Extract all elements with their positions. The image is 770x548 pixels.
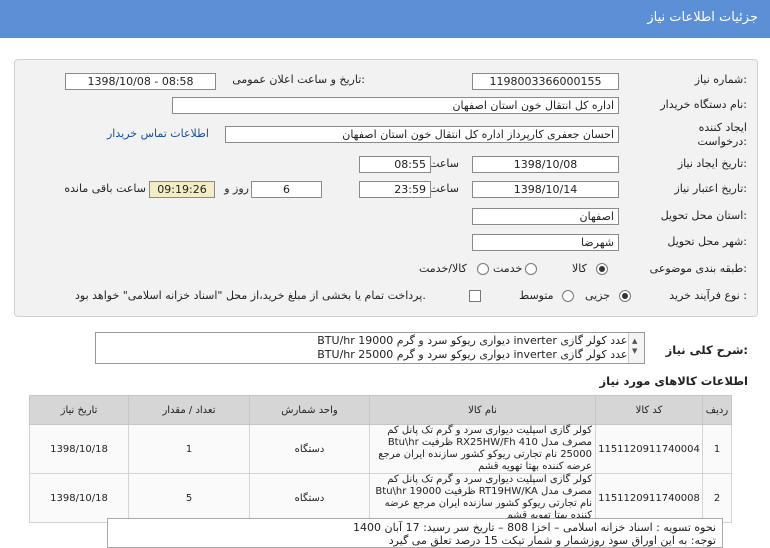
process-minor-radio[interactable] — [619, 290, 631, 302]
valid-date-field: 1398/10/14 — [472, 181, 619, 198]
province-field: اصفهان — [472, 208, 619, 225]
remaining-label: ساعت باقی مانده — [64, 182, 146, 195]
valid-date-label: تاریخ اعتبار نیاز: — [674, 182, 747, 195]
province-label: استان محل تحویل: — [660, 209, 747, 222]
remaining-time-field: 09:19:26 — [149, 181, 215, 198]
create-date-label: تاریخ ایجاد نیاز: — [677, 157, 747, 170]
announce-field: 1398/10/08 - 08:58 — [65, 73, 216, 90]
description-line-1: 5 عدد کولر گازی inverter دیواری ریوکو سر… — [317, 334, 638, 347]
payment-note: پرداخت تمام یا بخشی از مبلغ خرید،از محل … — [75, 289, 426, 302]
process-minor-label: جزیی — [585, 289, 611, 302]
creator-field: احسان جعفری کارپرداز اداره کل انتقال خون… — [225, 126, 619, 143]
treasury-payment-checkbox[interactable] — [469, 290, 481, 302]
buyer-field: اداره کل انتقال خون استان اصفهان — [172, 97, 619, 114]
item-qty: 1 — [128, 424, 250, 474]
need-number-label: شماره نیاز: — [694, 73, 747, 86]
city-field: شهرضا — [472, 234, 619, 251]
days-label: روز و — [224, 182, 249, 195]
process-medium-radio[interactable] — [562, 290, 574, 302]
col-code: کد کالا — [595, 395, 703, 425]
item-date: 1398/10/18 — [29, 424, 129, 474]
days-field: 6 — [251, 181, 322, 198]
items-table: ردیف کد کالا نام کالا واحد شمارش تعداد /… — [29, 395, 732, 523]
create-time-field: 08:55 — [359, 156, 431, 173]
col-qty: تعداد / مقدار — [128, 395, 250, 425]
page-header: جزئیات اطلاعات نیاز — [0, 0, 770, 38]
item-name: کولر گازی اسپلیت دیواری سرد و گرم تک پان… — [369, 473, 596, 523]
notes-line-2: توجه: به این اوراق سود روزشمار و شمار تی… — [388, 534, 716, 547]
process-label: نوع فرآیند خرید : — [669, 289, 747, 302]
category-goods-service-label: کالا/خدمت — [419, 262, 467, 275]
col-unit: واحد شمارش — [249, 395, 370, 425]
row-number: 2 — [702, 473, 732, 523]
valid-time-label: ساعت — [429, 182, 459, 195]
item-unit: دستگاه — [249, 424, 370, 474]
contact-info-link[interactable]: اطلاعات تماس خریدار — [107, 127, 209, 140]
category-label: طبقه بندی موضوعی: — [649, 262, 747, 275]
buyer-label: نام دستگاه خریدار: — [660, 98, 747, 111]
col-date: تاریخ نیاز — [29, 395, 129, 425]
table-row[interactable]: 1 1151120911740004 کولر گازی اسپلیت دیوا… — [29, 424, 732, 474]
category-service-radio[interactable] — [525, 263, 537, 275]
item-date: 1398/10/18 — [29, 473, 129, 523]
item-qty: 5 — [128, 473, 250, 523]
table-row[interactable]: 2 1151120911740008 کولر گازی اسپلیت دیوا… — [29, 473, 732, 523]
description-label: شرح کلی نیاز: — [665, 343, 748, 357]
col-name: نام کالا — [369, 395, 596, 425]
valid-time-field: 23:59 — [359, 181, 431, 198]
create-time-label: ساعت — [429, 157, 459, 170]
col-row: ردیف — [702, 395, 732, 425]
item-code: 1151120911740004 — [595, 424, 703, 474]
item-name: کولر گازی اسپلیت دیواری سرد و گرم تک پان… — [369, 424, 596, 474]
category-goods-radio[interactable] — [596, 263, 608, 275]
create-date-field: 1398/10/08 — [472, 156, 619, 173]
city-label: شهر محل تحویل: — [667, 235, 747, 248]
description-field: 5 عدد کولر گازی inverter دیواری ریوکو سر… — [95, 332, 645, 364]
category-goods-label: کالا — [572, 262, 587, 275]
description-scrollbar[interactable]: ▲ ▼ — [628, 333, 644, 363]
description-line-2: 1 عدد کولر گازی inverter دیواری ریوکو سر… — [317, 348, 638, 361]
creator-label-2: درخواست: — [697, 135, 748, 148]
buyer-notes: نحوه تسویه : اسناد خزانه اسلامی – اخزا 8… — [107, 518, 723, 548]
item-code: 1151120911740008 — [595, 473, 703, 523]
announce-label: تاریخ و ساعت اعلان عمومی: — [232, 73, 365, 86]
creator-label: ایجاد کننده — [698, 121, 747, 134]
process-medium-label: متوسط — [519, 289, 554, 302]
category-service-label: خدمت — [493, 262, 523, 275]
scroll-down-icon: ▼ — [632, 347, 638, 355]
item-unit: دستگاه — [249, 473, 370, 523]
items-section-title: اطلاعات کالاهای مورد نیاز — [599, 374, 748, 388]
table-header-row: ردیف کد کالا نام کالا واحد شمارش تعداد /… — [29, 395, 732, 425]
category-goods-service-radio[interactable] — [477, 263, 489, 275]
page-title: جزئیات اطلاعات نیاز — [647, 10, 758, 25]
row-number: 1 — [702, 424, 732, 474]
need-number-field: 1198003366000155 — [472, 73, 619, 90]
notes-line-1: نحوه تسویه : اسناد خزانه اسلامی – اخزا 8… — [353, 521, 716, 534]
need-details-panel: شماره نیاز: 1198003366000155 تاریخ و ساع… — [14, 59, 758, 317]
